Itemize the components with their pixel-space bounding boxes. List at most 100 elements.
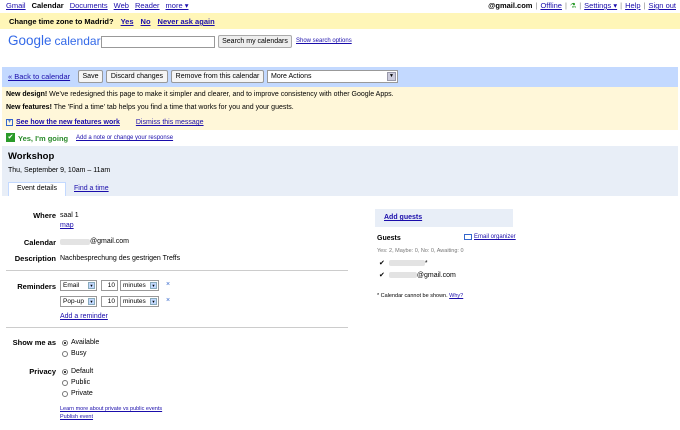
discard-changes-button[interactable]: Discard changes [106,70,168,83]
save-button[interactable]: Save [78,70,103,83]
search-button[interactable]: Search my calendars [218,35,292,48]
reminder-type-value: Email [63,282,80,289]
notice-design-title: New design! [6,91,48,98]
description-value[interactable]: Nachbesprechung des gestrigen Treffs [60,255,180,262]
reminders-label: Reminders [17,282,56,291]
radio-public[interactable]: Public [62,379,90,386]
signout-link[interactable]: Sign out [648,1,676,10]
top-nav-bar: Gmail Calendar Documents Web Reader more… [0,0,680,12]
map-link[interactable]: map [60,222,74,229]
notice-features-title: New features! [6,104,52,111]
reminder-unit-value: minutes [123,282,146,289]
calendar-note: * Calendar cannot be shown. Why? [377,293,463,299]
chevron-down-icon: ▼ [150,298,157,305]
reminder-unit-select[interactable]: minutes ▼ [120,280,159,291]
redacted-text [388,260,425,266]
guest-row: ✔ * [379,259,428,268]
radio-private[interactable]: Private [62,390,93,397]
radio-label: Public [71,379,91,386]
see-how-link[interactable]: + See how the new features work [6,119,120,126]
google-calendar-logo[interactable]: Google calendar [8,33,101,48]
envelope-icon [464,234,472,240]
tab-find-a-time[interactable]: Find a time [74,185,109,192]
timezone-question: Change time zone to Madrid? [9,17,114,26]
notice-features: New features! The 'Find a time' tab help… [6,104,294,111]
nav-reader[interactable]: Reader [135,1,160,10]
remove-reminder-button[interactable]: × [166,297,170,304]
product-links: Gmail Calendar Documents Web Reader more… [6,1,188,10]
more-actions-dropdown[interactable]: More Actions ▼ [267,70,398,83]
flask-icon[interactable]: ⚗ [570,2,576,10]
reminder-unit-select[interactable]: minutes ▼ [120,296,159,307]
offline-link[interactable]: Offline [540,1,562,10]
rsvp-row: ✔ Yes, I'm going Add a note or change yo… [2,130,678,146]
see-how-label: See how the new features work [16,119,120,126]
plus-icon: + [6,119,13,126]
chevron-down-icon: ▼ [88,282,95,289]
privacy-label: Privacy [29,367,56,376]
calendar-note-text: * Calendar cannot be shown. [377,293,448,299]
learn-more-privacy-link[interactable]: Learn more about private vs public event… [60,406,162,412]
checkmark-icon: ✔ [6,133,15,142]
search-options-link[interactable]: Show search options [296,38,352,44]
remove-from-calendar-button[interactable]: Remove from this calendar [171,70,264,83]
remove-reminder-button[interactable]: × [166,281,170,288]
nav-web[interactable]: Web [114,1,129,10]
reminder-unit-value: minutes [123,298,146,305]
section-divider [6,327,348,328]
nav-more[interactable]: more ▾ [166,1,189,10]
timezone-no-link[interactable]: No [141,17,151,26]
calendar-label: Calendar [23,238,56,247]
reminder-type-value: Pop-up [63,298,84,305]
guest-response-summary: Yes: 2, Maybe: 0, No: 0, Awaiting: 0 [377,248,464,254]
reminder-type-select[interactable]: Email ▼ [60,280,97,291]
radio-label: Busy [71,350,87,357]
back-to-calendar-link[interactable]: « Back to calendar [8,72,70,81]
redacted-text [388,272,417,278]
radio-button [62,390,68,397]
section-divider [6,270,348,271]
why-link[interactable]: Why? [449,293,463,299]
search-input[interactable] [101,36,215,48]
radio-default[interactable]: Default [62,368,93,375]
timezone-yes-link[interactable]: Yes [121,17,134,26]
reminder-amount-input[interactable]: 10 [101,296,118,307]
settings-link[interactable]: Settings ▾ [584,1,617,10]
new-features-notice: New design! We've redesigned this page t… [2,87,678,130]
where-value[interactable]: saal 1 [60,212,79,219]
tab-event-details[interactable]: Event details [8,182,66,196]
help-link[interactable]: Help [625,1,640,10]
radio-busy[interactable]: Busy [62,350,87,357]
calendar-email-domain: @gmail.com [90,238,130,245]
chevron-down-icon: ▼ [387,72,396,81]
change-response-link[interactable]: Add a note or change your response [76,135,173,141]
radio-label: Default [71,368,94,375]
radio-button [62,350,68,357]
notice-design: New design! We've redesigned this page t… [6,91,394,98]
timezone-never-link[interactable]: Never ask again [158,17,215,26]
reminder-amount-input[interactable]: 10 [101,280,118,291]
nav-documents[interactable]: Documents [70,1,108,10]
nav-calendar: Calendar [31,1,64,10]
add-reminder-link[interactable]: Add a reminder [60,313,108,320]
nav-gmail[interactable]: Gmail [6,1,26,10]
more-actions-label: More Actions [271,73,312,80]
chevron-down-icon: ▼ [88,298,95,305]
email-organizer-label: Email organizer [474,234,516,240]
email-organizer-link[interactable]: Email organizer [464,234,516,240]
publish-event-link[interactable]: Publish event [60,414,93,420]
guest-suffix: * [424,259,428,267]
timezone-banner: Change time zone to Madrid? Yes No Never… [0,13,680,29]
event-title: Workshop [8,151,55,162]
dismiss-message-link[interactable]: Dismiss this message [136,119,204,126]
radio-available[interactable]: Available [62,339,99,346]
event-date: Thu, September 9, 10am – 11am [8,167,111,174]
calendar-value[interactable]: @gmail.com [60,238,129,245]
add-guests-panel: Add guests [375,209,513,227]
add-guests-link[interactable]: Add guests [384,214,422,221]
radio-button [62,368,68,375]
reminder-type-select[interactable]: Pop-up ▼ [60,296,97,307]
redacted-text [60,238,90,245]
account-links: @gmail.com | Offline | ⚗ | Settings ▾ | … [488,1,676,10]
guests-label: Guests [377,235,401,242]
